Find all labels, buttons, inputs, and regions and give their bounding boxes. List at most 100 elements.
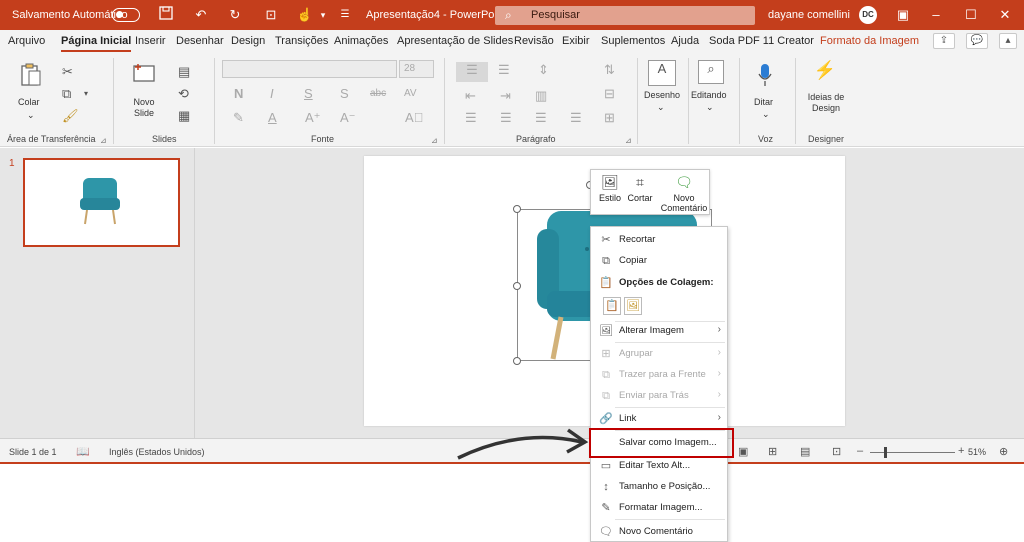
columns-icon[interactable]: ▥ bbox=[535, 88, 547, 104]
increase-font-icon[interactable]: A⁺ bbox=[305, 110, 321, 126]
decrease-indent-icon[interactable]: ⇤ bbox=[465, 88, 476, 104]
paste-icon[interactable] bbox=[19, 62, 43, 88]
spelling-icon[interactable]: 📖 bbox=[76, 445, 90, 458]
justify-icon[interactable]: ☰ bbox=[570, 110, 582, 126]
menu-item-group[interactable]: ⊞ Agrupar › bbox=[591, 344, 727, 364]
format-painter-icon[interactable]: 🖌 bbox=[62, 108, 79, 124]
design-ideas-label[interactable]: Ideias de Design bbox=[805, 92, 847, 114]
tab-animacoes[interactable]: Animações bbox=[334, 35, 388, 47]
chevron-down-icon[interactable]: ⌄ bbox=[657, 102, 665, 113]
save-icon[interactable] bbox=[157, 6, 175, 24]
align-center-icon[interactable]: ☰ bbox=[500, 110, 512, 126]
clear-format-icon[interactable]: A⃠ bbox=[405, 110, 423, 126]
copy-icon[interactable]: ⧉ bbox=[62, 86, 71, 102]
numbering-icon[interactable]: ☰ bbox=[498, 62, 510, 78]
tab-design[interactable]: Design bbox=[231, 35, 265, 47]
cut-icon[interactable]: ✂ bbox=[62, 64, 73, 80]
reset-icon[interactable]: ⟲ bbox=[178, 86, 189, 102]
tab-soda-pdf[interactable]: Soda PDF 11 Creator bbox=[709, 35, 814, 47]
italic-icon[interactable]: I bbox=[270, 86, 274, 102]
strikethrough-icon[interactable]: abc bbox=[370, 86, 386, 102]
char-spacing-icon[interactable]: AV bbox=[404, 86, 417, 102]
share-icon[interactable]: ⇪ bbox=[933, 33, 955, 49]
close-icon[interactable]: ✕ bbox=[995, 5, 1015, 25]
bullets-icon[interactable]: ☰ bbox=[456, 62, 488, 82]
comment-icon[interactable]: 💬 bbox=[966, 33, 988, 49]
increase-indent-icon[interactable]: ⇥ bbox=[500, 88, 511, 104]
collapse-icon[interactable]: ▴ bbox=[999, 33, 1017, 49]
dictate-label[interactable]: Ditar bbox=[754, 97, 773, 108]
tab-formato-imagem[interactable]: Formato da Imagem bbox=[820, 35, 919, 47]
font-size-field[interactable]: 28 bbox=[399, 60, 434, 78]
menu-item-send-back[interactable]: ⧉ Enviar para Trás › bbox=[591, 386, 727, 406]
touch-mode-icon[interactable]: ☝ bbox=[296, 6, 314, 24]
chevron-down-icon[interactable]: ⌄ bbox=[27, 110, 35, 121]
resize-handle[interactable] bbox=[513, 282, 521, 290]
tab-inserir[interactable]: Inserir bbox=[135, 35, 166, 47]
editing-label[interactable]: Editando bbox=[691, 90, 727, 101]
reading-view-icon[interactable]: ▤ bbox=[800, 445, 810, 458]
zoom-slider[interactable] bbox=[870, 452, 955, 453]
text-direction-icon[interactable]: ⇅ bbox=[604, 62, 615, 78]
present-icon[interactable]: ⊡ bbox=[262, 6, 280, 24]
zoom-in-icon[interactable]: + bbox=[958, 445, 964, 457]
launcher-icon[interactable]: ⊿ bbox=[100, 136, 107, 145]
menu-item-size-position[interactable]: ↕ Tamanho e Posição... bbox=[591, 477, 727, 497]
paste-label[interactable]: Colar bbox=[18, 97, 40, 108]
language-label[interactable]: Inglês (Estados Unidos) bbox=[109, 447, 205, 457]
layout-icon[interactable]: ▤ bbox=[178, 64, 190, 80]
zoom-out-icon[interactable]: – bbox=[857, 445, 863, 457]
font-name-field[interactable] bbox=[222, 60, 397, 78]
launcher-icon[interactable]: ⊿ bbox=[625, 136, 632, 145]
align-right-icon[interactable]: ☰ bbox=[535, 110, 547, 126]
menu-item-change-image[interactable]: 🖼 Alterar Imagem › bbox=[591, 321, 727, 341]
undo-icon[interactable]: ↶ bbox=[192, 6, 210, 24]
section-icon[interactable]: ▦ bbox=[178, 108, 190, 124]
customize-icon[interactable]: ☰ bbox=[336, 6, 354, 24]
fit-slide-icon[interactable]: ⊕ bbox=[999, 445, 1008, 458]
normal-view-icon[interactable]: ▣ bbox=[738, 445, 748, 458]
microphone-icon[interactable] bbox=[756, 62, 774, 88]
resize-handle[interactable] bbox=[513, 357, 521, 365]
tab-ajuda[interactable]: Ajuda bbox=[671, 35, 699, 47]
tab-revisao[interactable]: Revisão bbox=[514, 35, 554, 47]
style-button[interactable]: 🖼 Estilo bbox=[595, 174, 625, 203]
new-comment-button[interactable]: 🗨 Novo Comentário bbox=[659, 174, 709, 213]
new-slide-icon[interactable] bbox=[132, 62, 156, 84]
line-spacing-icon[interactable]: ⇕ bbox=[538, 62, 549, 78]
tab-transicoes[interactable]: Transições bbox=[275, 35, 328, 47]
maximize-icon[interactable]: ☐ bbox=[961, 5, 981, 25]
chevron-down-icon[interactable]: ▾ bbox=[84, 86, 88, 102]
crop-button[interactable]: ⌗ Cortar bbox=[625, 174, 655, 203]
underline-icon[interactable]: S bbox=[304, 86, 313, 102]
slideshow-icon[interactable]: ⊡ bbox=[832, 445, 841, 458]
menu-item-copy[interactable]: ⧉ Copiar bbox=[591, 251, 727, 271]
menu-item-cut[interactable]: ✂ Recortar bbox=[591, 230, 727, 250]
avatar[interactable]: DC bbox=[859, 6, 877, 24]
drawing-label[interactable]: Desenho bbox=[644, 90, 680, 101]
chevron-down-icon[interactable]: ⌄ bbox=[706, 102, 714, 113]
decrease-font-icon[interactable]: A⁻ bbox=[340, 110, 356, 126]
align-left-icon[interactable]: ☰ bbox=[465, 110, 477, 126]
find-icon[interactable]: ⌕ bbox=[698, 60, 724, 84]
shadow-icon[interactable]: S bbox=[340, 86, 349, 102]
tab-desenhar[interactable]: Desenhar bbox=[176, 35, 224, 47]
highlight-icon[interactable]: ✎ bbox=[233, 110, 244, 126]
slide-thumbnail[interactable] bbox=[23, 158, 180, 247]
user-name[interactable]: dayane comellini bbox=[768, 9, 850, 21]
search-box[interactable]: ⌕ Pesquisar bbox=[495, 6, 755, 25]
launcher-icon[interactable]: ⊿ bbox=[431, 136, 438, 145]
menu-item-bring-front[interactable]: ⧉ Trazer para a Frente › bbox=[591, 365, 727, 385]
chevron-down-icon[interactable]: ⌄ bbox=[762, 109, 770, 120]
paste-keep-format-icon[interactable]: 📋 bbox=[603, 297, 621, 315]
design-ideas-icon[interactable]: ⚡ bbox=[813, 61, 837, 86]
zoom-slider-thumb[interactable] bbox=[884, 447, 887, 458]
ribbon-display-icon[interactable]: ▣ bbox=[893, 5, 913, 25]
font-color-icon[interactable]: A bbox=[268, 110, 277, 126]
tab-suplementos[interactable]: Suplementos bbox=[601, 35, 665, 47]
minimize-icon[interactable]: – bbox=[926, 5, 946, 25]
menu-item-format-image[interactable]: ✎ Formatar Imagem... bbox=[591, 498, 727, 518]
menu-item-new-comment[interactable]: 🗨 Novo Comentário bbox=[591, 522, 727, 542]
new-slide-label[interactable]: Novo Slide bbox=[128, 97, 160, 119]
zoom-level[interactable]: 51% bbox=[968, 447, 986, 457]
